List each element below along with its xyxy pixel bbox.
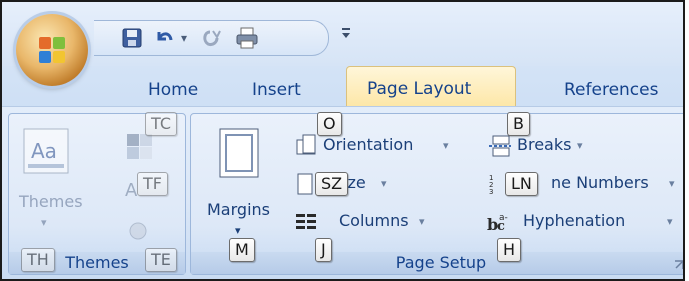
chevron-down-icon: ▾ [381,177,387,190]
tab-home[interactable]: Home [148,80,198,100]
chevron-down-icon: ▾ [443,139,449,152]
hyphenation-label: Hyphenation [523,211,626,230]
ribbon-panel: Aa Themes ▾ A Themes TC TF TE TH Margins… [2,106,683,279]
keytip-ln: LN [505,172,538,196]
svg-text:a-: a- [499,213,508,223]
themes-group: Aa Themes ▾ A Themes TC TF TE TH [8,112,186,275]
word-window: ▾ Home Insert Page Layout References Aa … [0,0,685,281]
keytip-te: TE [145,248,177,272]
keytip-h: H [497,238,522,262]
chevron-down-icon: ▾ [667,215,673,228]
keytip-j: J [315,238,332,262]
undo-dropdown[interactable]: ▾ [178,27,190,49]
hyphenation-icon: b c a- [487,213,508,234]
printer-icon [236,27,258,49]
print-button[interactable] [234,27,260,49]
margins-label: Margins [207,200,270,219]
margins-icon [219,128,259,178]
tab-insert[interactable]: Insert [252,80,301,100]
themes-button[interactable]: Aa Themes ▾ [17,126,83,236]
chevron-down-icon: ▾ [41,216,47,229]
undo-icon [157,32,173,41]
keytip-tf: TF [137,172,168,196]
orientation-button[interactable]: Orientation ▾ [295,134,479,160]
breaks-label: Breaks [517,135,572,154]
chevron-down-icon: ▾ [235,224,241,237]
columns-label: Columns [339,211,409,230]
line-numbers-label: ne Numbers [551,173,649,192]
theme-colors-button[interactable] [125,132,165,164]
chevron-down-icon: ▾ [419,215,425,228]
effects-icon [129,222,147,240]
keytip-m: M [229,238,255,262]
tab-page-layout[interactable]: Page Layout [346,66,516,106]
keytip-th: TH [21,248,55,272]
quick-access-toolbar: ▾ [94,20,329,56]
font-icon: A [125,180,138,201]
svg-text:3: 3 [489,188,493,196]
dialog-launcher-icon [675,260,683,269]
themes-button-label: Themes [19,192,83,211]
page-setup-group-label: Page Setup [191,252,683,274]
customize-qat-button[interactable] [340,22,352,44]
chevron-down-icon: ▾ [669,177,675,190]
breaks-icon [489,135,511,157]
margins-button[interactable]: Margins ▾ [199,124,279,244]
columns-icon [296,214,316,229]
theme-effects-button[interactable] [127,220,167,246]
columns-button[interactable]: Columns ▾ [295,210,479,236]
chevron-down-icon: ▾ [577,139,583,152]
keytip-b: B [507,112,530,136]
redo-icon [203,30,221,46]
customize-icon [342,28,350,38]
keytip-o: O [317,112,342,136]
line-numbers-icon: 1 2 3 [489,174,493,196]
tab-references[interactable]: References [564,80,658,100]
save-button[interactable] [120,27,144,49]
keytip-tc: TC [145,112,178,136]
page-size-icon [297,173,313,195]
page-setup-dialog-launcher[interactable] [673,259,683,271]
save-icon [122,28,142,48]
themes-icon: Aa [23,128,69,174]
title-bar: ▾ [2,2,683,86]
svg-text:Aa: Aa [31,139,57,163]
undo-button[interactable] [152,27,176,49]
office-logo-icon [39,37,65,63]
keytip-sz: SZ [315,172,349,196]
ribbon-tabs: Home Insert Page Layout References [2,66,683,106]
breaks-button[interactable]: Breaks ▾ [487,134,683,160]
orientation-label: Orientation [323,135,414,154]
redo-button[interactable] [198,27,222,49]
palette-icon [127,134,152,159]
page-setup-group: Margins ▾ Orientation ▾ ize ▾ Columns ▾ … [190,112,683,275]
orientation-icon [296,134,316,155]
hyphenation-button[interactable]: b c a- Hyphenation ▾ [487,210,683,236]
chevron-down-icon: ▾ [180,31,188,45]
